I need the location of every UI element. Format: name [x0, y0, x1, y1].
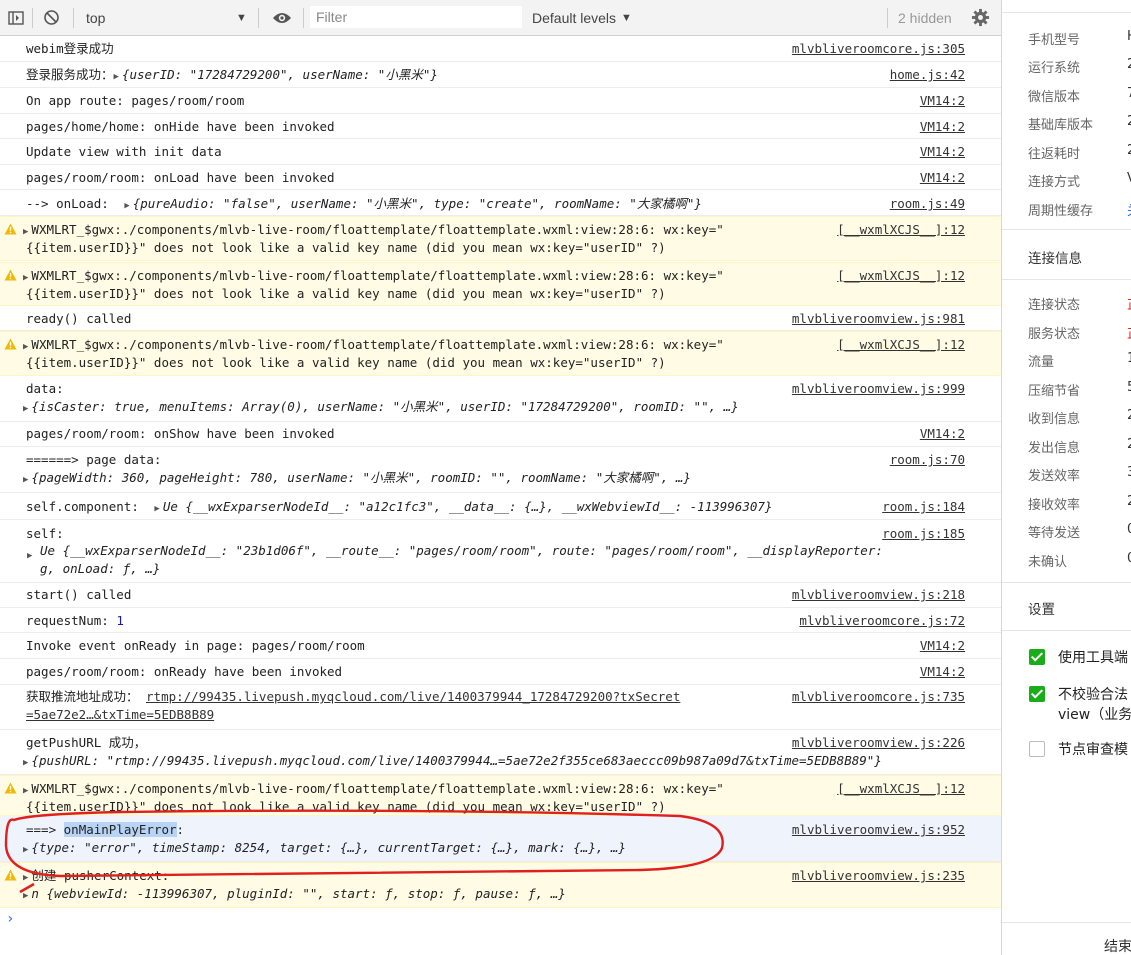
- source-link[interactable]: home.js:42: [890, 66, 965, 84]
- chevron-down-icon[interactable]: ▼: [236, 0, 247, 35]
- log-entry: pages/room/room: onLoad have been invoke…: [0, 165, 1001, 190]
- source-link[interactable]: VM14:2: [920, 663, 965, 681]
- expand-arrow-icon[interactable]: ▶: [154, 504, 159, 514]
- checkbox-use-tool[interactable]: [1029, 649, 1045, 665]
- filter-input[interactable]: [310, 6, 522, 28]
- source-link[interactable]: mlvbliveroomview.js:999: [792, 380, 965, 398]
- log-entry: pages/room/room: onShow have been invoke…: [0, 422, 1001, 447]
- chevron-down-icon: ▼: [621, 11, 632, 24]
- eye-icon[interactable]: [272, 0, 292, 35]
- warning-icon: [4, 223, 17, 235]
- source-link[interactable]: room.js:70: [890, 451, 965, 469]
- clear-console-icon[interactable]: [43, 0, 60, 35]
- source-link[interactable]: mlvbliveroomview.js:981: [792, 310, 965, 328]
- console-log: webim登录成功 mlvbliveroomcore.js:305 登录服务成功…: [0, 36, 1001, 955]
- source-link[interactable]: room.js:184: [882, 498, 965, 516]
- section-connection: 连接信息: [1028, 251, 1082, 267]
- expand-arrow-icon[interactable]: ▶: [23, 758, 28, 768]
- source-link[interactable]: mlvbliveroomview.js:218: [792, 586, 965, 604]
- warning-entry: ▶ WXMLRT_$gwx:./components/mlvb-live-room…: [0, 331, 1001, 376]
- log-levels-label: Default levels: [532, 9, 617, 26]
- push-url-link[interactable]: rtmp://99435.livepush.myqcloud.com/live/…: [146, 689, 680, 704]
- source-link[interactable]: room.js:49: [890, 195, 965, 213]
- source-link[interactable]: mlvbliveroomcore.js:735: [792, 688, 965, 706]
- warning-icon: [4, 338, 17, 350]
- debug-info-panel: 手机型号 H 运行系统 2 微信版本 7 基础库版本 2 往返耗时 2 连接方式…: [1001, 0, 1131, 955]
- log-entry: self.component: ▶ Ue {__wxExparserNodeId_…: [0, 493, 1001, 520]
- checkbox-skip-validation[interactable]: [1029, 686, 1045, 702]
- log-entry: Update view with init data VM14:2: [0, 139, 1001, 165]
- expand-arrow-icon[interactable]: ▶: [27, 551, 32, 561]
- context-selector[interactable]: top: [86, 0, 105, 35]
- source-link[interactable]: [__wxmlXCJS__]:12: [837, 221, 965, 239]
- log-entry: self: Ue {__wxExparserNodeId__: "23b1d06…: [0, 520, 1001, 583]
- log-entry: requestNum: 1 mlvbliveroomcore.js:72: [0, 608, 1001, 633]
- source-link[interactable]: VM14:2: [920, 637, 965, 655]
- hidden-count: 2 hidden: [898, 9, 952, 26]
- log-entry: start() called mlvbliveroomview.js:218: [0, 583, 1001, 608]
- sidebar-toggle-icon[interactable]: [8, 0, 24, 35]
- source-link[interactable]: [__wxmlXCJS__]:12: [837, 267, 965, 285]
- push-url-link[interactable]: =5ae72e2…&txTime=5EDB8B89: [26, 706, 214, 724]
- section-settings: 设置: [1028, 602, 1055, 618]
- source-link[interactable]: mlvbliveroomcore.js:305: [792, 40, 965, 58]
- expand-arrow-icon[interactable]: ▶: [124, 201, 129, 211]
- log-entry: webim登录成功 mlvbliveroomcore.js:305: [0, 36, 1001, 62]
- expand-arrow-icon[interactable]: ▶: [23, 475, 28, 485]
- source-link[interactable]: VM14:2: [920, 169, 965, 187]
- log-entry: getPushURL 成功， ▶ {pushURL: "rtmp://99435.…: [0, 730, 1001, 775]
- log-entry: 登录服务成功：▶ {userID: "17284729200", userName…: [0, 62, 1001, 88]
- log-entry: ======> page data: ▶ {pageWidth: 360, pag…: [0, 447, 1001, 493]
- expand-arrow-icon[interactable]: ▶: [114, 72, 119, 82]
- log-entry: On app route: pages/room/room VM14:2: [0, 88, 1001, 114]
- log-entry: data: ▶ {isCaster: true, menuItems: Array…: [0, 376, 1001, 422]
- end-button[interactable]: 结束: [1104, 936, 1131, 955]
- source-link[interactable]: VM14:2: [920, 118, 965, 136]
- warning-icon: [4, 269, 17, 281]
- source-link[interactable]: VM14:2: [920, 425, 965, 443]
- console-toolbar: top ▼ Default levels ▼ 2 hidden: [0, 0, 1001, 36]
- source-link[interactable]: [__wxmlXCJS__]:12: [837, 336, 965, 354]
- red-annotation-circle: [4, 809, 724, 894]
- log-entry: Invoke event onReady in page: pages/room…: [0, 633, 1001, 659]
- gear-icon[interactable]: [971, 0, 990, 35]
- source-link[interactable]: [__wxmlXCJS__]:12: [837, 780, 965, 798]
- log-entry: ready() called mlvbliveroomview.js:981: [0, 307, 1001, 331]
- warning-entry: ▶ WXMLRT_$gwx:./components/mlvb-live-room…: [0, 262, 1001, 306]
- expand-arrow-icon[interactable]: ▶: [23, 404, 28, 414]
- source-link[interactable]: mlvbliveroomcore.js:72: [799, 612, 965, 630]
- log-levels-dropdown[interactable]: Default levels ▼: [532, 0, 632, 35]
- log-entry: --> onLoad: ▶ {pureAudio: "false", userNa…: [0, 190, 1001, 216]
- log-entry: pages/room/room: onReady have been invok…: [0, 659, 1001, 685]
- log-entry: pages/home/home: onHide have been invoke…: [0, 114, 1001, 139]
- source-link[interactable]: mlvbliveroomview.js:952: [792, 821, 965, 839]
- warning-icon: [4, 782, 17, 794]
- source-link[interactable]: mlvbliveroomview.js:235: [792, 867, 965, 885]
- checkbox-node-inspect[interactable]: [1029, 741, 1045, 757]
- context-value: top: [86, 9, 106, 26]
- source-link[interactable]: room.js:185: [882, 525, 965, 543]
- log-entry: 获取推流地址成功： rtmp://99435.livepush.myqcloud…: [0, 685, 1001, 730]
- source-link[interactable]: mlvbliveroomview.js:226: [792, 734, 965, 752]
- source-link[interactable]: VM14:2: [920, 143, 965, 161]
- source-link[interactable]: VM14:2: [920, 92, 965, 110]
- warning-entry: ▶ WXMLRT_$gwx:./components/mlvb-live-room…: [0, 216, 1001, 261]
